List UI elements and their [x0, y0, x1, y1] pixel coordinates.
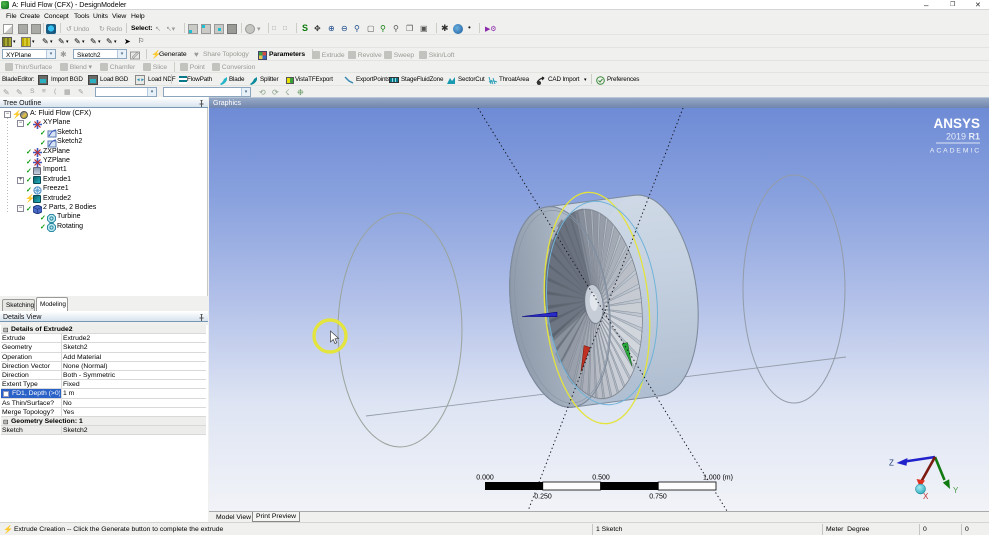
- svg-text:2019 R1: 2019 R1: [946, 132, 980, 142]
- svg-text:0.500: 0.500: [592, 475, 610, 482]
- svg-text:1.000 (m): 1.000 (m): [703, 475, 733, 482]
- svg-text:0.750: 0.750: [649, 494, 667, 501]
- svg-text:Z: Z: [889, 459, 894, 468]
- svg-text:X: X: [923, 492, 929, 501]
- svg-text:Y: Y: [953, 486, 959, 495]
- svg-text:ACADEMIC: ACADEMIC: [930, 148, 981, 155]
- svg-text:ANSYS: ANSYS: [933, 116, 980, 131]
- svg-text:0.250: 0.250: [534, 494, 552, 501]
- svg-text:0.000: 0.000: [476, 475, 494, 482]
